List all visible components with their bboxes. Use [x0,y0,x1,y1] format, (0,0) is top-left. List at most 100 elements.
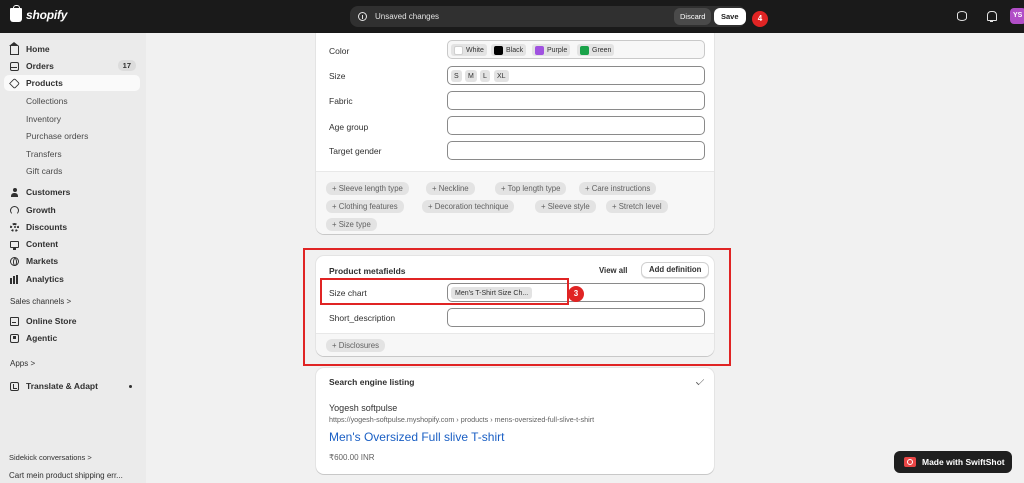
chip-label: Green [592,46,612,54]
sidebar-item-label: Customers [26,187,71,197]
size-chip-m[interactable]: M [465,70,477,82]
seo-store-name: Yogesh softpulse [329,403,398,413]
unsaved-changes-text: Unsaved changes [375,12,440,21]
sidebar-item-growth[interactable]: Growth [4,202,140,218]
sidebar-item-label: Orders [26,61,54,71]
save-button[interactable]: Save [714,8,746,25]
sidebar-item-collections[interactable]: Collections [26,96,68,106]
step-marker-3: 3 [568,286,584,302]
tag-icon [9,77,20,89]
sidebar-item-label: Translate & Adapt [26,381,98,391]
seo-page-title: Men's Oversized Full slive T-shirt [329,430,505,444]
chip-label: Purple [547,46,568,54]
discard-button[interactable]: Discard [674,8,712,25]
color-chip-green[interactable]: Green [577,44,615,56]
agentic-icon [10,333,19,343]
suggestion-top-length-type[interactable]: + Top length type [495,182,567,195]
sidebar-item-label: Agentic [26,333,58,343]
search-engine-listing-card: Search engine listing Yogesh softpulse h… [316,368,714,474]
suggestions-footer: + Sleeve length type + Neckline + Top le… [316,171,714,234]
sidebar-item-label: Home [26,44,50,54]
target-gender-field[interactable] [447,141,705,160]
store-icon [10,316,19,326]
sidebar-item-gift-cards[interactable]: Gift cards [26,166,62,176]
sales-channels-heading[interactable]: Sales channels > [10,297,71,306]
shopify-bag-icon [10,5,22,22]
size-chip-l[interactable]: L [480,70,490,82]
color-chip-white[interactable]: White [451,44,487,56]
color-chip-purple[interactable]: Purple [532,44,571,56]
seo-price: ₹600.00 INR [329,453,375,462]
suggestion-neckline[interactable]: + Neckline [426,182,475,195]
seo-url: https://yogesh-softpulse.myshopify.com ›… [329,415,595,424]
size-chip-s[interactable]: S [451,70,462,82]
orders-count-badge: 17 [117,60,136,71]
age-group-field[interactable] [447,116,705,135]
fabric-field[interactable] [447,91,705,110]
swiftshot-badge[interactable]: Made with SwiftShot [894,451,1012,473]
camera-icon [904,457,916,467]
color-chip-black[interactable]: Black [491,44,527,56]
edit-pencil-icon[interactable] [695,376,705,386]
sidebar-item-label: Markets [26,256,59,266]
seo-card-title: Search engine listing [329,377,415,387]
sidebar-item-agentic[interactable]: Agentic [4,330,140,346]
discount-icon [10,222,19,232]
sidebar-item-content[interactable]: Content [4,236,140,252]
unsaved-changes-bar: Unsaved changes Discard Save [350,6,746,27]
person-icon [10,187,19,197]
size-field[interactable]: S M L XL [447,66,705,85]
target-gender-label: Target gender [329,146,382,156]
avatar[interactable]: YS [1010,8,1024,24]
sidekick-conversation-item[interactable]: Cart mein product shipping err... [9,471,123,480]
globe-icon [10,256,19,266]
sidebar-item-inventory[interactable]: Inventory [26,114,61,124]
swiftshot-label: Made with SwiftShot [922,457,1005,467]
suggestion-clothing-features[interactable]: + Clothing features [326,200,404,213]
more-dot-icon[interactable] [129,385,132,388]
sidekick-conversations-heading[interactable]: Sidekick conversations > [9,453,92,462]
suggestion-sleeve-style[interactable]: + Sleeve style [535,200,596,213]
suggestion-stretch-level[interactable]: + Stretch level [606,200,668,213]
color-swatch [454,45,463,55]
home-icon [9,41,19,55]
sidebar-item-label: Discounts [26,222,68,232]
bell-icon[interactable] [986,11,997,22]
color-swatch [535,45,544,55]
category-metafields-card: Color White Black Purple Green Size S M … [316,33,714,234]
translate-icon [10,381,19,391]
sidebar-item-orders[interactable]: Orders 17 [4,58,140,74]
top-bar: shopify Unsaved changes Discard Save 4 Y… [0,0,1024,33]
sidebar-item-analytics[interactable]: Analytics [4,271,140,287]
suggestion-decoration-technique[interactable]: + Decoration technique [422,200,515,213]
sidebar-item-products[interactable]: Products [4,75,140,91]
sidebar-item-discounts[interactable]: Discounts [4,219,140,235]
suggestion-care-instructions[interactable]: + Care instructions [579,182,657,195]
highlight-box-metafields [303,248,731,366]
shopify-logo[interactable]: shopify [10,5,68,22]
highlight-box-size-chart [320,278,569,305]
sidebar-item-markets[interactable]: Markets [4,253,140,269]
brand-name: shopify [26,8,68,22]
analytics-icon [10,275,19,284]
color-swatch [580,45,589,55]
gauge-icon [10,205,19,215]
sidebar-item-home[interactable]: Home [4,41,140,57]
color-swatch [494,45,503,55]
sidebar-item-translate-adapt[interactable]: Translate & Adapt [4,378,140,394]
apps-heading[interactable]: Apps > [10,359,35,368]
sidebar-item-online-store[interactable]: Online Store [4,313,140,329]
color-label: Color [329,46,350,56]
size-chip-xl[interactable]: XL [494,70,509,82]
suggestion-sleeve-length-type[interactable]: + Sleeve length type [326,182,409,195]
sidebar-item-customers[interactable]: Customers [4,184,140,200]
info-icon [358,12,367,21]
sidebar-item-transfers[interactable]: Transfers [26,149,62,159]
age-group-label: Age group [329,122,369,132]
database-icon[interactable] [957,11,967,21]
sidebar-item-label: Content [26,239,59,249]
sidebar: Home Orders 17 Products Collections Inve… [0,33,146,483]
color-field[interactable]: White Black Purple Green [447,40,705,59]
suggestion-size-type[interactable]: + Size type [326,218,377,231]
sidebar-item-purchase-orders[interactable]: Purchase orders [26,131,88,141]
